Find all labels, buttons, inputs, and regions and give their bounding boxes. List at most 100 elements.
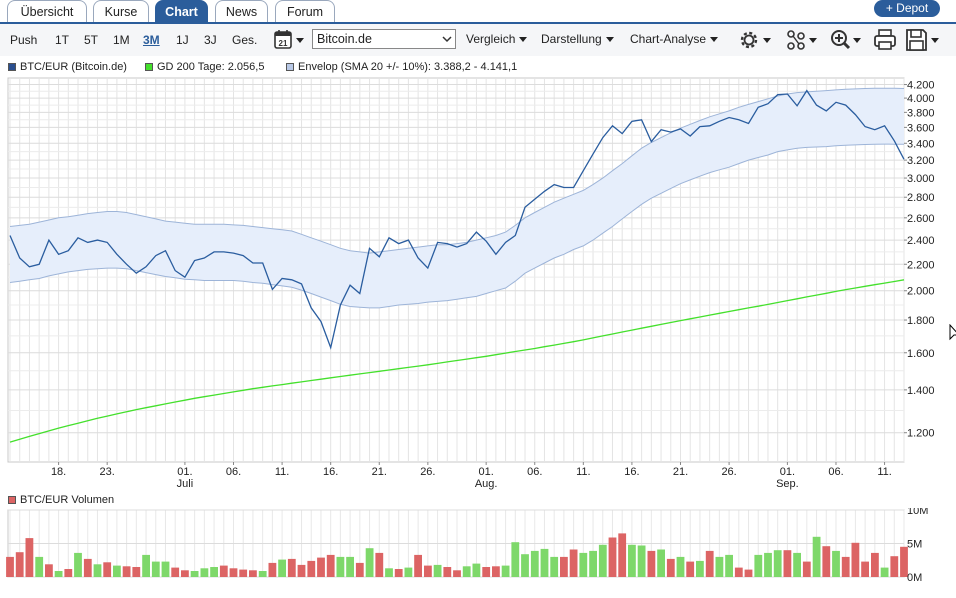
volume-bar xyxy=(657,549,665,577)
volume-bar xyxy=(744,569,753,577)
volume-bar xyxy=(666,558,675,577)
volume-bar xyxy=(307,560,316,577)
volume-bar xyxy=(181,570,189,577)
x-tick-label: 23. xyxy=(100,466,115,478)
volume-bar xyxy=(54,571,63,577)
display-menu-label: Darstellung xyxy=(541,32,602,46)
volume-bar xyxy=(74,552,82,577)
x-tick-label: 06. xyxy=(527,466,542,478)
chart-analysis-menu[interactable]: Chart-Analyse xyxy=(630,32,719,46)
volume-chart[interactable]: 0M 5M 10M xyxy=(0,508,956,598)
volume-bar xyxy=(326,554,335,577)
tab-forum[interactable]: Forum xyxy=(275,0,335,22)
volume-bar xyxy=(462,566,471,577)
volume-bar xyxy=(861,561,869,577)
x-tick-label: 11. xyxy=(275,466,289,478)
print-icon[interactable] xyxy=(872,28,898,52)
period-push[interactable]: Push xyxy=(10,33,37,47)
y-tick-label: 2.400 xyxy=(907,235,935,247)
mouse-cursor-icon xyxy=(949,324,956,342)
volume-bar xyxy=(871,552,879,577)
exchange-select[interactable]: Bitcoin.de xyxy=(312,29,456,49)
volume-bar xyxy=(880,567,889,577)
period-3j[interactable]: 3J xyxy=(204,33,217,47)
volume-bar xyxy=(793,552,801,577)
price-chart[interactable]: 1.200 1.400 1.600 1.800 2.000 2.200 2.400 2.600… xyxy=(0,76,956,496)
volume-bar xyxy=(841,556,850,577)
caret-down-icon xyxy=(519,37,528,43)
volume-bar xyxy=(268,562,277,577)
x-tick-label: 01. xyxy=(780,466,795,478)
tab-kurse[interactable]: Kurse xyxy=(93,0,149,22)
settings-gear-icon[interactable] xyxy=(737,28,773,52)
legend-swatch-gd200 xyxy=(145,63,153,72)
calendar-day: 21 xyxy=(279,39,288,48)
volume-bar xyxy=(93,564,102,577)
volume-bar xyxy=(472,563,481,577)
volume-bar xyxy=(812,536,821,577)
y-tick-label: 2.800 xyxy=(907,192,935,204)
volume-bar xyxy=(618,533,627,577)
volume-bar xyxy=(132,567,141,577)
volume-bar xyxy=(715,556,724,577)
volume-bar xyxy=(287,558,296,577)
display-menu[interactable]: Darstellung xyxy=(541,32,614,46)
volume-bar xyxy=(569,549,578,577)
volume-bar xyxy=(443,567,452,577)
legend-swatch-envelope xyxy=(286,63,294,72)
y-tick-label: 1.600 xyxy=(907,348,935,360)
calendar-icon[interactable]: 21 xyxy=(273,28,307,52)
volume-bar xyxy=(424,565,432,577)
volume-bar xyxy=(511,542,520,577)
legend-gd200-label: GD 200 Tage: 2.056,5 xyxy=(157,61,265,73)
volume-bar xyxy=(64,569,73,577)
period-ges[interactable]: Ges. xyxy=(232,33,257,47)
compare-menu[interactable]: Vergleich xyxy=(466,32,528,46)
exchange-select-value: Bitcoin.de xyxy=(317,32,372,46)
volume-bar xyxy=(637,545,646,577)
volume-bar xyxy=(229,568,238,577)
legend-swatch-price xyxy=(8,63,16,72)
volume-bar xyxy=(482,567,491,577)
volume-bar xyxy=(336,556,345,577)
period-3m[interactable]: 3M xyxy=(143,33,160,47)
volume-bar xyxy=(783,550,792,577)
volume-bar xyxy=(297,564,306,577)
volume-bar xyxy=(113,565,121,577)
volume-bar xyxy=(365,548,374,577)
legend-envelope: Envelop (SMA 20 +/- 10%): 3.388,2 - 4.14… xyxy=(286,61,517,73)
volume-bar xyxy=(258,571,267,577)
x-month-label: Juli xyxy=(177,478,194,490)
volume-bar xyxy=(385,568,393,577)
x-tick-label: 11. xyxy=(576,466,590,478)
tab-uebersicht[interactable]: Übersicht xyxy=(7,0,87,22)
y-tick-label: 3.200 xyxy=(907,155,935,167)
legend-envelope-label: Envelop (SMA 20 +/- 10%): 3.388,2 - 4.14… xyxy=(298,61,518,73)
volume-bar xyxy=(579,552,588,577)
volume-bar xyxy=(540,548,549,577)
period-1j[interactable]: 1J xyxy=(176,33,189,47)
volume-bar xyxy=(278,559,286,577)
x-tick-label: 26. xyxy=(420,466,435,478)
volume-bar xyxy=(414,554,422,577)
indicators-icon[interactable] xyxy=(784,28,820,52)
y-tick-label: 3.600 xyxy=(907,122,935,134)
x-month-label: Sep. xyxy=(776,478,799,490)
period-1t[interactable]: 1T xyxy=(55,33,69,47)
volume-bar xyxy=(802,561,811,577)
volume-bar xyxy=(773,550,782,577)
save-icon[interactable] xyxy=(904,28,942,52)
y-tick-label: 3.400 xyxy=(907,138,935,150)
tab-news[interactable]: News xyxy=(215,0,268,22)
period-1m[interactable]: 1M xyxy=(113,33,130,47)
add-depot-button[interactable]: + Depot xyxy=(874,0,940,17)
zoom-in-icon[interactable] xyxy=(828,28,864,52)
tab-chart[interactable]: Chart xyxy=(155,0,208,22)
volume-bar xyxy=(219,565,228,577)
chart-toolbar: Push 1T 5T 1M 3M 1J 3J Ges. 21 Bitcoin.d… xyxy=(0,24,956,56)
y-tick-label: 2.000 xyxy=(907,286,935,298)
volume-bar xyxy=(501,565,510,577)
period-5t[interactable]: 5T xyxy=(84,33,98,47)
volume-bar xyxy=(754,554,763,577)
y-tick-label: 1.800 xyxy=(907,315,935,327)
